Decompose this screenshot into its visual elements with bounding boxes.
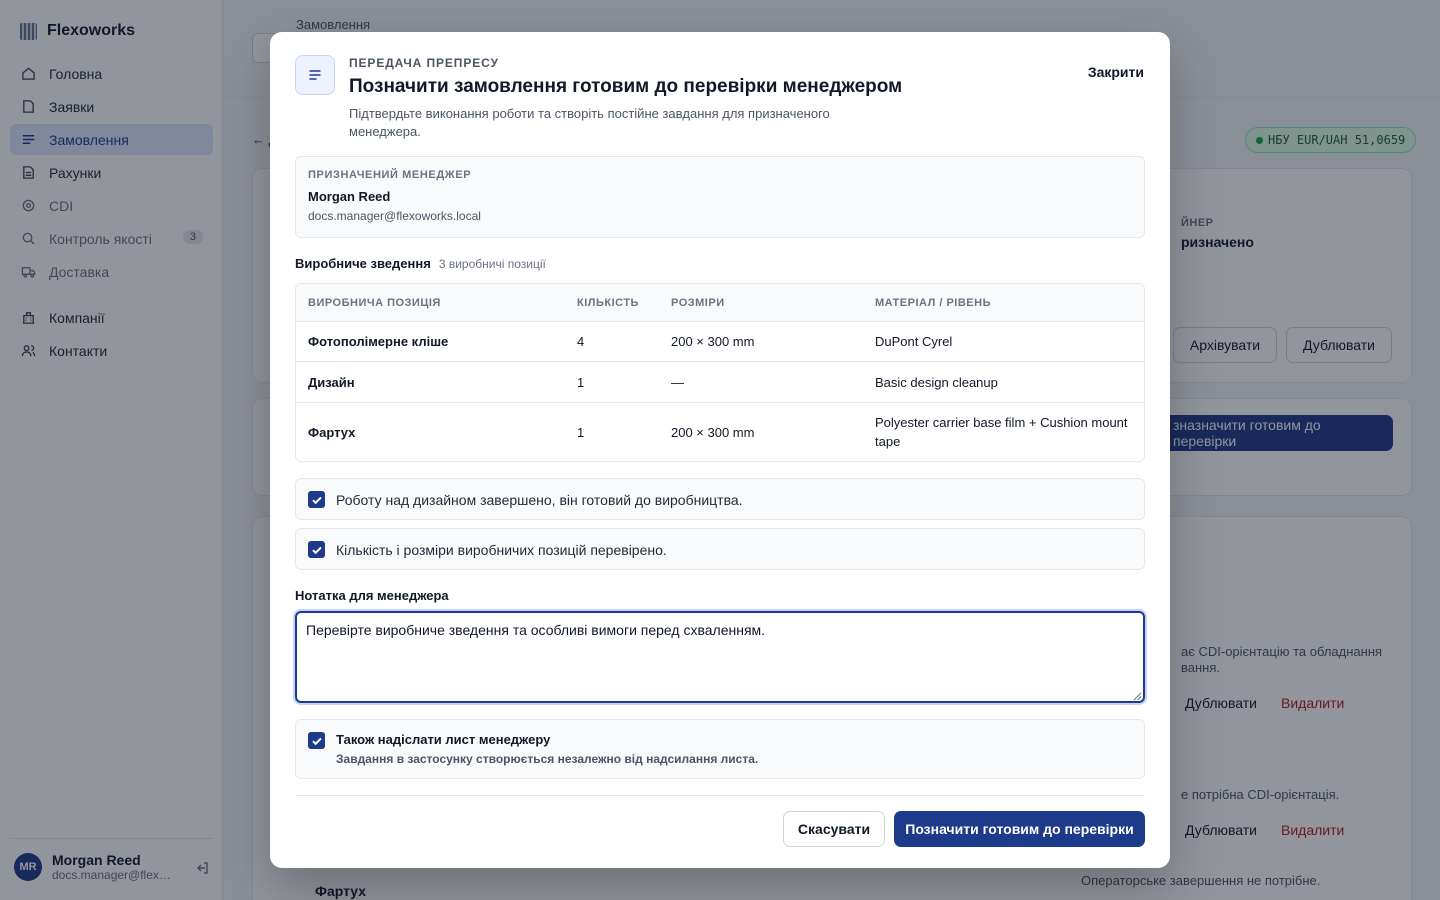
check-icon: [311, 496, 322, 504]
table-row: Дизайн 1 — Basic design cleanup: [296, 361, 1144, 402]
cancel-button[interactable]: Скасувати: [783, 811, 885, 847]
check-icon: [311, 546, 322, 554]
quantities-verified-label: Кількість і розміри виробничих позицій п…: [336, 542, 667, 558]
design-complete-label: Роботу над дизайном завершено, він готов…: [336, 492, 743, 508]
confirm-button[interactable]: Позначити готовим до перевірки: [894, 811, 1145, 847]
summary-header: Виробниче зведення 3 виробничі позиції: [295, 256, 546, 271]
table-header: ВИРОБНИЧА ПОЗИЦІЯ КІЛЬКІСТЬ РОЗМІРИ МАТЕ…: [296, 284, 1144, 321]
email-manager-row[interactable]: Також надіслати лист менеджеру Завдання …: [295, 719, 1145, 779]
column-header: ВИРОБНИЧА ПОЗИЦІЯ: [308, 296, 441, 309]
item-cell: Фартух: [308, 424, 356, 440]
email-manager-label: Також надіслати лист менеджеру: [336, 732, 551, 747]
qty-cell: 4: [577, 334, 585, 349]
column-header: КІЛЬКІСТЬ: [577, 296, 639, 309]
qty-cell: 1: [577, 424, 585, 440]
design-complete-row[interactable]: Роботу над дизайном завершено, він готов…: [295, 478, 1145, 520]
size-cell: —: [671, 374, 684, 390]
email-manager-checkbox[interactable]: [308, 732, 325, 749]
close-button[interactable]: Закрити: [1088, 64, 1144, 80]
manager-label: ПРИЗНАЧЕНИЙ МЕНЕДЖЕР: [308, 169, 472, 181]
size-cell: 200 × 300 mm: [671, 334, 755, 349]
summary-count: 3 виробничі позиції: [438, 257, 546, 271]
note-label: Нотатка для менеджера: [295, 588, 449, 603]
material-cell: Basic design cleanup: [875, 374, 998, 390]
dialog-subtitle: Підтвердьте виконання роботи та створіть…: [349, 106, 830, 139]
material-cell: DuPont Cyrel: [875, 334, 953, 349]
email-manager-hint: Завдання в застосунку створюється незале…: [336, 752, 759, 766]
dialog-title: Позначити замовлення готовим до перевірк…: [349, 76, 903, 97]
item-cell: Дизайн: [308, 374, 355, 390]
item-cell: Фотополімерне кліше: [308, 334, 449, 349]
column-header: РОЗМІРИ: [671, 296, 725, 309]
table-row: Фотополімерне кліше 4 200 × 300 mm DuPon…: [296, 321, 1144, 361]
manager-note-textarea[interactable]: Перевірте виробниче зведення та особливі…: [295, 611, 1145, 703]
quantities-verified-checkbox[interactable]: [308, 541, 325, 558]
material-cell: Polyester carrier base film + Cushion mo…: [875, 415, 1128, 449]
manager-email: docs.manager@flexoworks.local: [308, 209, 481, 223]
document-list-icon: [295, 55, 335, 95]
size-cell: 200 × 300 mm: [671, 424, 755, 440]
footer-divider: [295, 795, 1145, 796]
design-complete-checkbox[interactable]: [308, 491, 325, 508]
table-row: Фартух 1 200 × 300 mm Polyester carrier …: [296, 402, 1144, 461]
manager-name: Morgan Reed: [308, 189, 391, 204]
assigned-manager-panel: ПРИЗНАЧЕНИЙ МЕНЕДЖЕР Morgan Reed docs.ma…: [295, 156, 1145, 238]
summary-title: Виробниче зведення: [295, 256, 431, 271]
column-header: МАТЕРІАЛ / РІВЕНЬ: [875, 296, 991, 309]
resize-grip-icon[interactable]: [1133, 692, 1142, 701]
check-icon: [311, 737, 322, 745]
dialog-eyebrow: ПЕРЕДАЧА ПРЕПРЕСУ: [349, 56, 499, 70]
handoff-dialog: ПЕРЕДАЧА ПРЕПРЕСУ Позначити замовлення г…: [270, 32, 1170, 868]
qty-cell: 1: [577, 374, 585, 390]
quantities-verified-row[interactable]: Кількість і розміри виробничих позицій п…: [295, 528, 1145, 570]
production-summary-table: ВИРОБНИЧА ПОЗИЦІЯ КІЛЬКІСТЬ РОЗМІРИ МАТЕ…: [295, 283, 1145, 462]
